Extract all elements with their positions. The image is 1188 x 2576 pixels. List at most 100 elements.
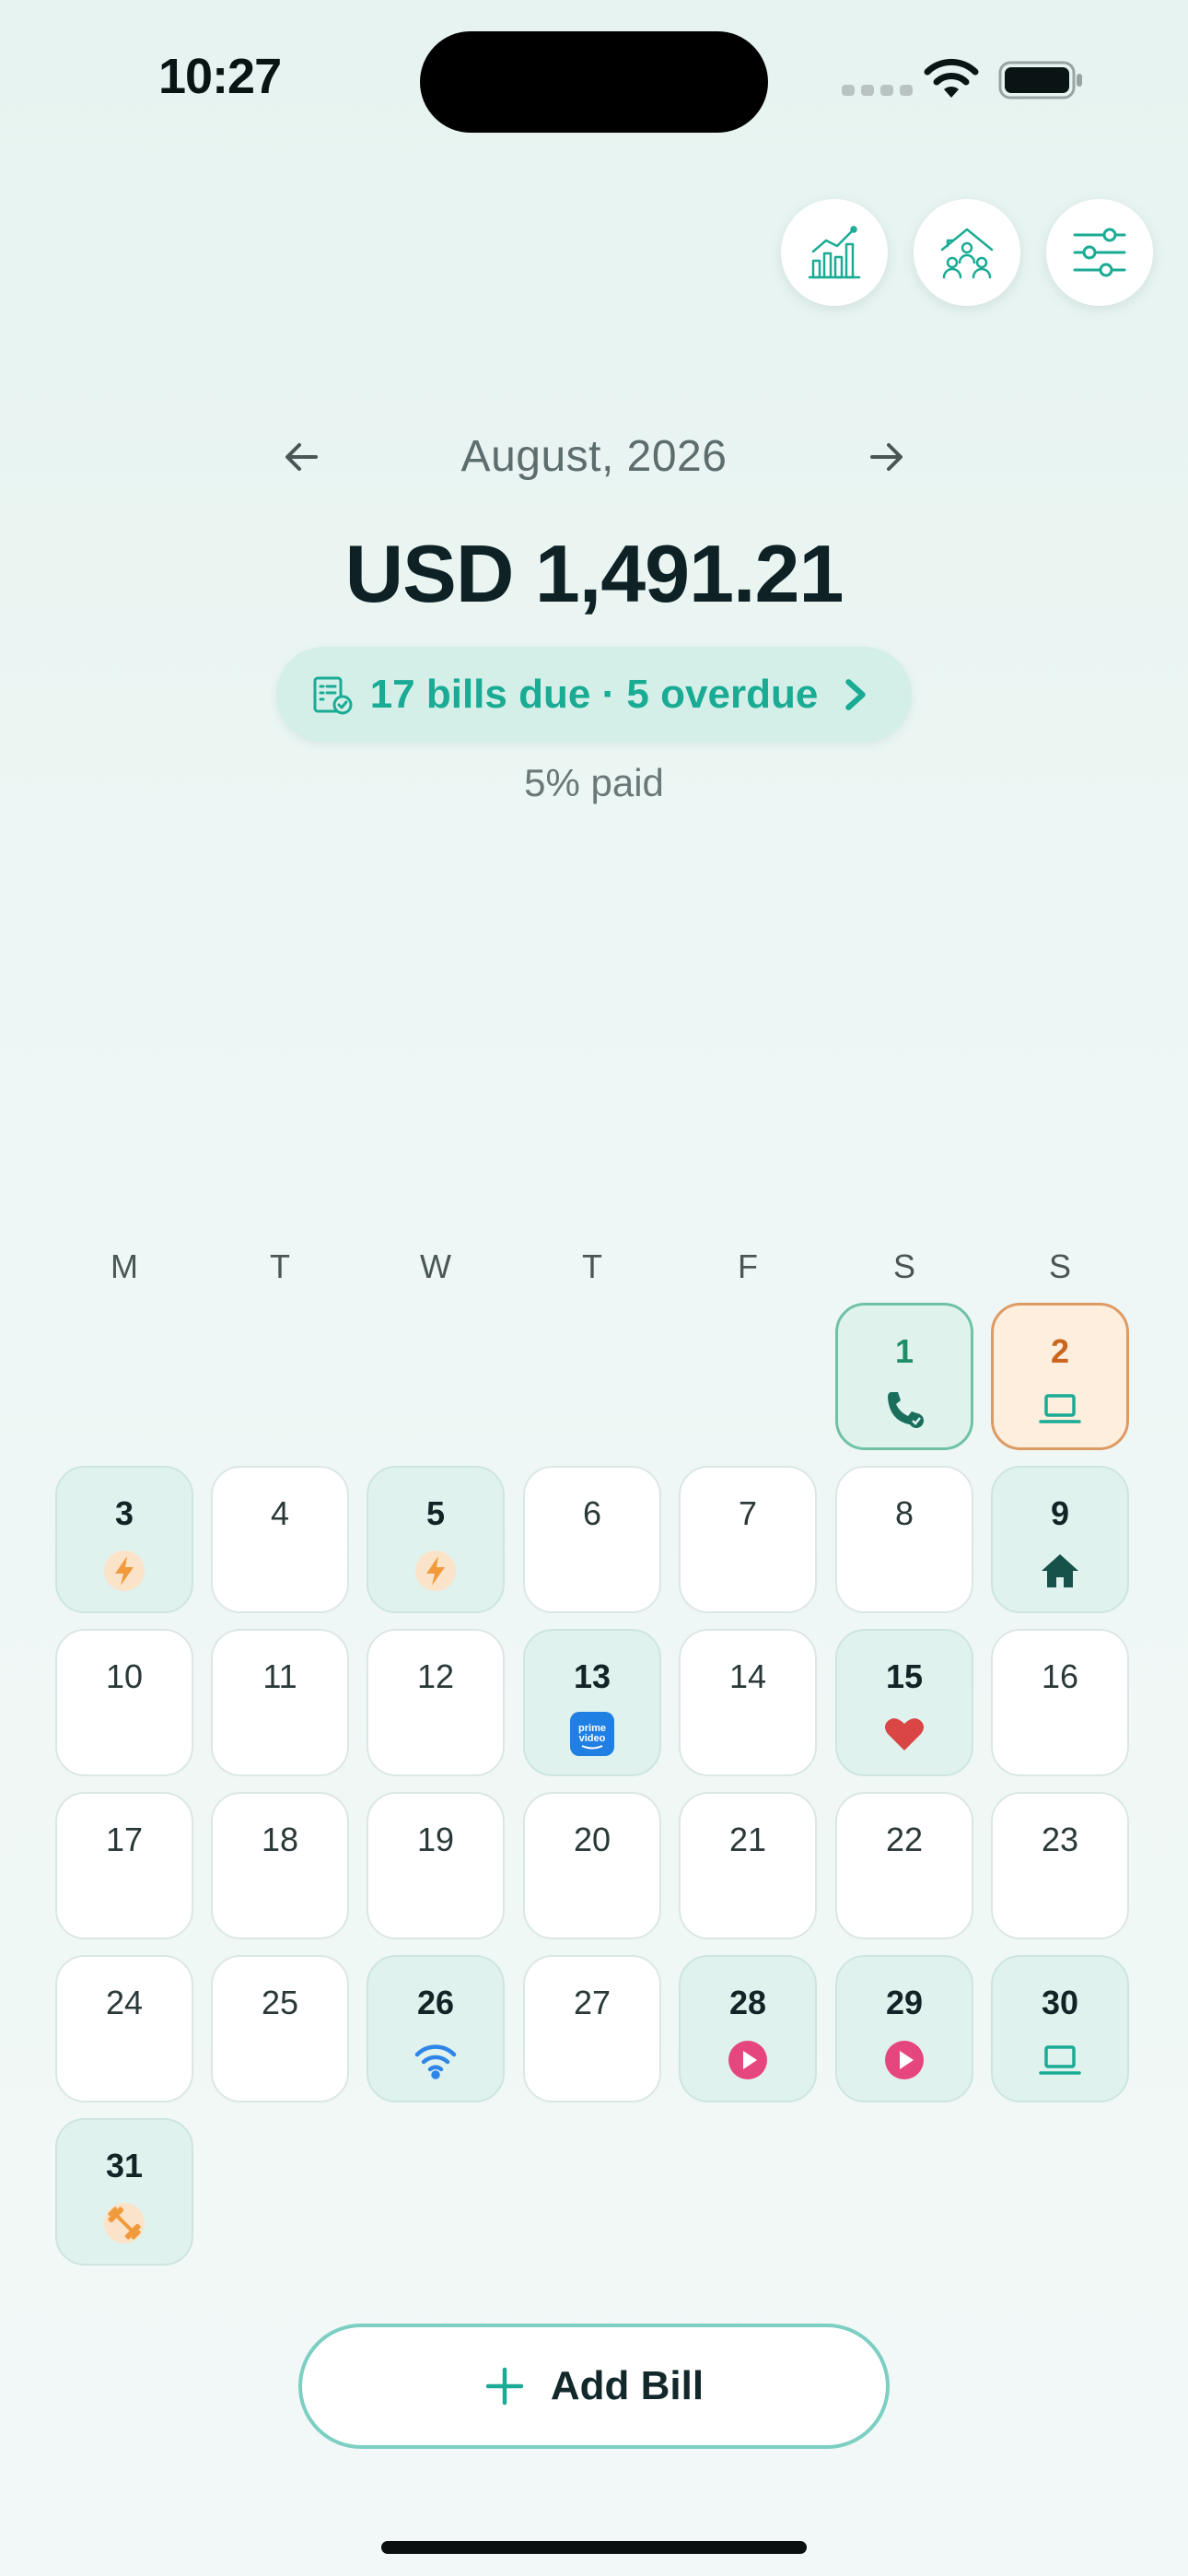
add-bill-button[interactable]: Add Bill xyxy=(298,2324,890,2449)
heart-icon xyxy=(882,1712,926,1756)
calendar-day-23[interactable]: 23 xyxy=(991,1792,1129,1939)
insights-button[interactable] xyxy=(781,199,888,306)
chevron-right-icon xyxy=(845,679,867,710)
day-number: 7 xyxy=(738,1494,758,1532)
day-number: 8 xyxy=(894,1494,914,1532)
calendar-day-21[interactable]: 21 xyxy=(679,1792,817,1939)
bar-chart-icon xyxy=(808,226,861,279)
weekday-label: T xyxy=(270,1247,290,1285)
weekday-label: S xyxy=(892,1247,915,1285)
calendar-day-3[interactable]: 3 xyxy=(55,1466,193,1613)
calendar-day-24[interactable]: 24 xyxy=(55,1955,193,2102)
home-indicator xyxy=(381,2541,807,2554)
household-icon xyxy=(940,228,994,279)
calendar-day-13[interactable]: 13 prime video xyxy=(523,1629,661,1776)
day-number: 31 xyxy=(105,2147,144,2184)
previous-month-button[interactable] xyxy=(267,422,337,492)
calendar-day-7[interactable]: 7 xyxy=(679,1466,817,1613)
add-bill-label: Add Bill xyxy=(550,2363,705,2408)
month-navigation: August, 2026 xyxy=(267,422,921,492)
next-month-button[interactable] xyxy=(851,422,921,492)
day-number: 20 xyxy=(573,1821,611,1858)
weekday-label: W xyxy=(420,1247,451,1285)
calendar-day-26[interactable]: 26 xyxy=(367,1955,505,2102)
day-number: 3 xyxy=(114,1494,134,1532)
filters-button[interactable] xyxy=(1046,199,1153,306)
day-number: 17 xyxy=(105,1821,144,1858)
day-number: 11 xyxy=(262,1657,297,1695)
household-button[interactable] xyxy=(914,199,1020,306)
calendar-day-12[interactable]: 12 xyxy=(367,1629,505,1776)
day-number: 27 xyxy=(573,1984,611,2021)
play-icon xyxy=(726,2038,770,2082)
day-number: 10 xyxy=(105,1657,144,1695)
day-number: 13 xyxy=(573,1657,611,1695)
day-number: 4 xyxy=(270,1494,290,1532)
status-time: 10:27 xyxy=(158,49,282,104)
calendar-day-8[interactable]: 8 xyxy=(835,1466,973,1613)
day-number: 28 xyxy=(728,1984,767,2021)
phone-icon xyxy=(882,1387,926,1431)
month-label: August, 2026 xyxy=(460,432,728,481)
wifi-status-icon xyxy=(924,58,979,98)
weekday-label: S xyxy=(1048,1247,1071,1285)
calendar-day-31[interactable]: 31 xyxy=(55,2118,193,2266)
calendar-day-2[interactable]: 2 xyxy=(991,1303,1129,1450)
calendar-day-28[interactable]: 28 xyxy=(679,1955,817,2102)
paid-percentage: 5% paid xyxy=(524,761,664,804)
svg-text:video: video xyxy=(579,1733,606,1744)
calendar-day-14[interactable]: 14 xyxy=(679,1629,817,1776)
day-number: 12 xyxy=(416,1657,455,1695)
day-number: 21 xyxy=(728,1821,767,1858)
arrow-right-icon xyxy=(870,443,903,471)
calendar-day-16[interactable]: 16 xyxy=(991,1629,1129,1776)
dynamic-island xyxy=(420,31,768,133)
calendar-day-1[interactable]: 1 xyxy=(835,1303,973,1450)
calendar-day-22[interactable]: 22 xyxy=(835,1792,973,1939)
calendar-day-15[interactable]: 15 xyxy=(835,1629,973,1776)
cellular-signal-icon xyxy=(842,85,913,96)
calendar-day-30[interactable]: 30 xyxy=(991,1955,1129,2102)
calendar-day-4[interactable]: 4 xyxy=(211,1466,349,1613)
calendar-day-9[interactable]: 9 xyxy=(991,1466,1129,1613)
day-number: 1 xyxy=(894,1332,914,1370)
day-number: 26 xyxy=(416,1984,455,2021)
sliders-icon xyxy=(1073,228,1126,277)
day-number: 18 xyxy=(261,1821,299,1858)
bill-checklist-icon xyxy=(313,676,353,715)
calendar-day-25[interactable]: 25 xyxy=(211,1955,349,2102)
wifi-icon xyxy=(413,2038,458,2082)
weekday-label: M xyxy=(111,1247,138,1285)
calendar-day-17[interactable]: 17 xyxy=(55,1792,193,1939)
calendar-day-20[interactable]: 20 xyxy=(523,1792,661,1939)
day-number: 29 xyxy=(885,1984,924,2021)
laptop-icon xyxy=(1038,2038,1082,2082)
weekday-label: T xyxy=(582,1247,602,1285)
day-number: 19 xyxy=(416,1821,455,1858)
day-number: 30 xyxy=(1041,1984,1079,2021)
bills-due-button[interactable]: 17 bills due · 5 overdue xyxy=(276,647,912,743)
calendar-day-6[interactable]: 6 xyxy=(523,1466,661,1613)
total-amount: USD 1,491.21 xyxy=(344,528,844,619)
calendar-day-18[interactable]: 18 xyxy=(211,1792,349,1939)
calendar-day-11[interactable]: 11 xyxy=(211,1629,349,1776)
dumbbell-icon xyxy=(102,2201,146,2245)
day-number: 25 xyxy=(261,1984,299,2021)
day-number: 15 xyxy=(885,1657,924,1695)
weekday-label: F xyxy=(738,1247,758,1285)
calendar-day-27[interactable]: 27 xyxy=(523,1955,661,2102)
calendar-day-29[interactable]: 29 xyxy=(835,1955,973,2102)
weekday-header: M T W T F S S xyxy=(0,1247,1188,1294)
home-icon xyxy=(1038,1549,1082,1593)
day-number: 2 xyxy=(1050,1332,1070,1370)
day-number: 16 xyxy=(1041,1657,1079,1695)
day-number: 22 xyxy=(885,1821,924,1858)
laptop-icon xyxy=(1038,1387,1082,1431)
bills-due-summary: 17 bills due · 5 overdue xyxy=(369,672,819,717)
arrow-left-icon xyxy=(285,443,318,471)
calendar-day-5[interactable]: 5 xyxy=(367,1466,505,1613)
day-number: 23 xyxy=(1041,1821,1079,1858)
calendar-day-10[interactable]: 10 xyxy=(55,1629,193,1776)
battery-icon xyxy=(998,61,1082,100)
calendar-day-19[interactable]: 19 xyxy=(367,1792,505,1939)
